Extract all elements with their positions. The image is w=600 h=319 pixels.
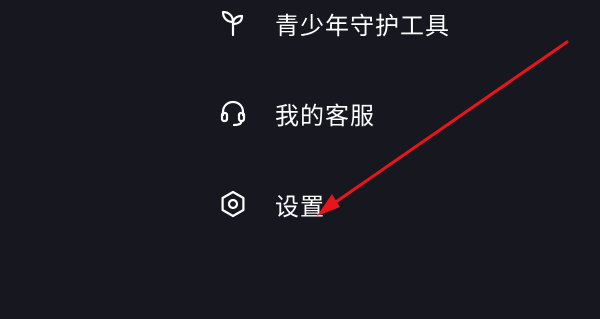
sprout-icon — [218, 8, 248, 38]
annotation-arrow — [317, 40, 569, 216]
menu-item-teen-protection[interactable]: 青少年守护工具 — [218, 3, 450, 43]
settings-menu-screen: 青少年守护工具 我的客服 设置 — [0, 0, 600, 319]
menu-item-settings[interactable]: 设置 — [218, 184, 325, 224]
headset-icon — [218, 98, 248, 128]
menu-item-label: 青少年守护工具 — [275, 11, 450, 40]
menu-item-label: 设置 — [275, 192, 325, 221]
menu-item-customer-service[interactable]: 我的客服 — [218, 93, 375, 133]
menu-item-label: 我的客服 — [275, 101, 375, 130]
settings-hexagon-icon — [218, 189, 248, 219]
